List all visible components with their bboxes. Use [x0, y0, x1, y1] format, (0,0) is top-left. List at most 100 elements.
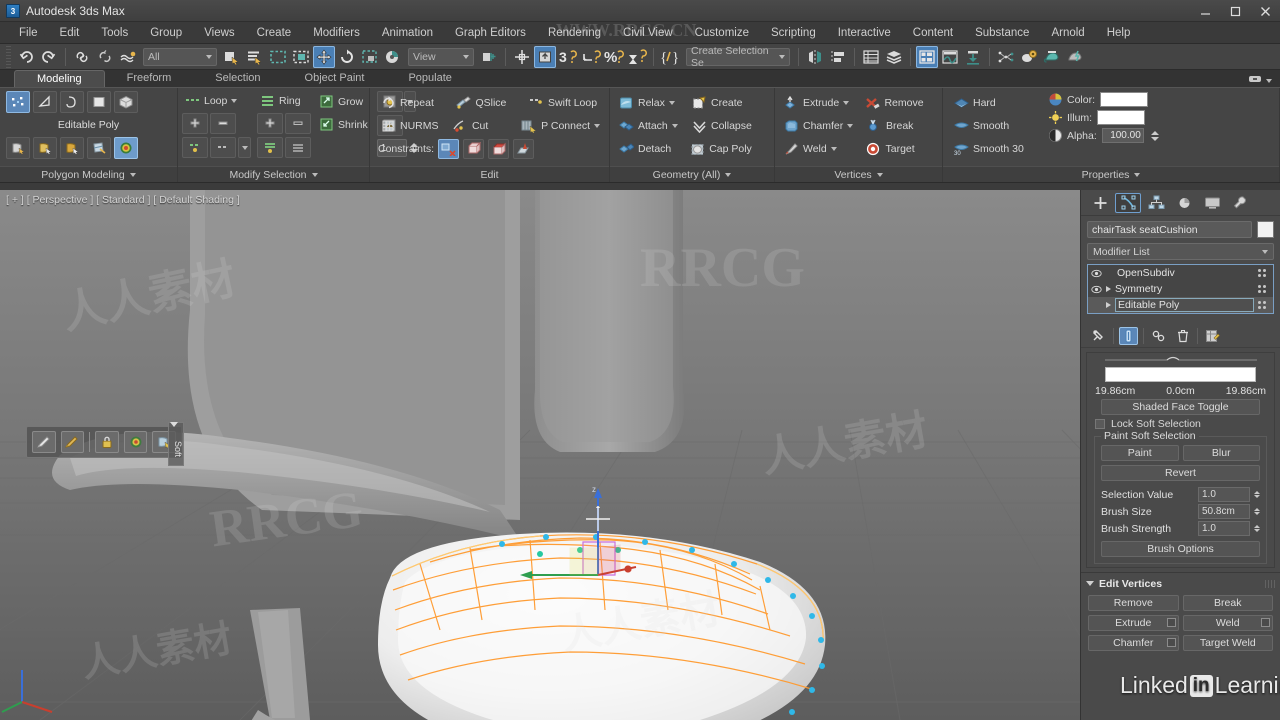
brush-size-spinner[interactable]	[1254, 508, 1260, 515]
color-swatch[interactable]	[1100, 92, 1149, 107]
unlink-selection-icon[interactable]	[94, 46, 116, 68]
motion-tab-icon[interactable]	[1171, 193, 1197, 213]
loop-caret-icon[interactable]	[231, 98, 238, 103]
spinner-snap-toggle-icon[interactable]	[626, 46, 648, 68]
pencil-icon[interactable]	[32, 431, 56, 453]
swift-loop-panel-icon[interactable]	[60, 137, 84, 159]
reference-coordinate-dropdown[interactable]: View	[408, 47, 474, 66]
quick-slice-panel-icon[interactable]	[87, 137, 111, 159]
menu-arnold[interactable]: Arnold	[1040, 22, 1095, 44]
modifier-stack-row-symmetry[interactable]: Symmetry	[1088, 281, 1273, 297]
weld-settings-icon[interactable]	[1261, 618, 1270, 627]
ribbon-tab-freeform[interactable]: Freeform	[105, 70, 194, 87]
remove-modifier-icon[interactable]	[1173, 327, 1192, 345]
chamfer-settings-icon[interactable]	[1166, 638, 1176, 647]
viewport-label[interactable]: [ + ] [ Perspective ] [ Standard ] [ Def…	[6, 194, 240, 206]
ribbon-tab-selection[interactable]: Selection	[193, 70, 282, 87]
generate-topology-icon[interactable]	[6, 137, 30, 159]
eye-icon[interactable]	[1091, 268, 1102, 279]
remove-vertices-button[interactable]: Remove	[1088, 595, 1179, 611]
constraint-none-icon[interactable]	[438, 139, 460, 159]
render-production-icon[interactable]	[1064, 46, 1086, 68]
object-color-swatch[interactable]	[1257, 221, 1274, 238]
create-tab-icon[interactable]	[1087, 193, 1113, 213]
maximize-button[interactable]	[1220, 0, 1250, 22]
close-button[interactable]	[1250, 0, 1280, 22]
select-and-move-icon[interactable]	[313, 45, 335, 68]
loop-shift-icon[interactable]	[182, 137, 208, 158]
brush-strength-field[interactable]: 1.0	[1198, 521, 1250, 536]
ribbon-options-caret-icon[interactable]	[1266, 78, 1272, 83]
layer-explorer-icon[interactable]	[860, 46, 882, 68]
loop-grow-icon[interactable]	[182, 113, 208, 134]
menu-rendering[interactable]: Rendering	[537, 22, 612, 44]
paint-button[interactable]: Paint	[1101, 445, 1179, 461]
menu-modifiers[interactable]: Modifiers	[302, 22, 371, 44]
angle-snap-icon[interactable]	[580, 46, 602, 68]
lock-soft-selection-checkbox[interactable]	[1095, 419, 1105, 429]
panel-title-polygon-modeling[interactable]: Polygon Modeling	[0, 166, 177, 182]
modifier-list-dropdown[interactable]: Modifier List	[1087, 243, 1274, 260]
ring-grow-icon[interactable]	[257, 113, 283, 134]
menu-animation[interactable]: Animation	[371, 22, 444, 44]
element-subobject-icon[interactable]	[114, 91, 138, 113]
use-pivot-point-center-icon[interactable]	[478, 46, 500, 68]
rectangular-selection-region-icon[interactable]	[267, 46, 289, 68]
select-by-name-icon[interactable]	[244, 46, 266, 68]
constraint-normal-icon[interactable]	[513, 139, 535, 159]
align-icon[interactable]	[827, 46, 849, 68]
border-subobject-icon[interactable]	[60, 91, 84, 113]
material-editor-icon[interactable]	[1018, 46, 1040, 68]
extrude-caret-icon[interactable]	[843, 100, 850, 105]
menu-create[interactable]: Create	[246, 22, 303, 44]
constraint-face-icon[interactable]	[488, 139, 510, 159]
radial-icon[interactable]	[123, 431, 148, 453]
weld-vertices-button[interactable]: Weld	[1182, 615, 1273, 631]
ring-shrink-icon[interactable]	[285, 113, 311, 134]
select-and-place-icon[interactable]	[382, 46, 404, 68]
ribbon-tab-populate[interactable]: Populate	[386, 70, 473, 87]
toolbar-grip[interactable]	[6, 45, 11, 68]
eye-icon[interactable]	[1091, 284, 1102, 295]
show-end-result-icon[interactable]	[1119, 326, 1138, 345]
paint-connect-icon[interactable]	[33, 137, 57, 159]
modifier-stack-row-editable-poly[interactable]: Editable Poly	[1088, 297, 1273, 313]
render-setup-icon[interactable]	[1041, 46, 1063, 68]
illum-swatch[interactable]	[1097, 110, 1146, 125]
chamfer-vertices-button[interactable]: Chamfer	[1088, 635, 1179, 651]
menu-tools[interactable]: Tools	[90, 22, 139, 44]
edge-subobject-icon[interactable]	[33, 91, 57, 113]
ribbon-tab-object-paint[interactable]: Object Paint	[283, 70, 387, 87]
revert-button[interactable]: Revert	[1101, 465, 1260, 481]
loop-dot-icon[interactable]	[210, 137, 236, 158]
ribbon-minimize-icon[interactable]	[1248, 74, 1262, 87]
target-weld-button[interactable]: Target Weld	[1182, 635, 1273, 651]
extrude-settings-icon[interactable]	[1166, 618, 1176, 627]
expand-arrow-icon[interactable]	[1106, 302, 1111, 308]
panel-title-edit[interactable]: Edit	[370, 166, 609, 182]
select-object-icon[interactable]	[221, 46, 243, 68]
ribbon-tab-modeling[interactable]: Modeling	[14, 70, 105, 87]
polygon-subobject-icon[interactable]	[87, 91, 111, 113]
chamfer-caret-icon[interactable]	[847, 123, 854, 128]
weld-caret-icon[interactable]	[830, 146, 837, 151]
soft-selection-toggle-icon[interactable]	[114, 137, 138, 159]
percent-snap-3-icon[interactable]: 3	[557, 46, 579, 68]
hierarchy-tab-icon[interactable]	[1143, 193, 1169, 213]
menu-group[interactable]: Group	[139, 22, 193, 44]
relax-caret-icon[interactable]	[668, 100, 675, 105]
menu-interactive[interactable]: Interactive	[827, 22, 902, 44]
soft-selection-falloff-graph[interactable]	[1105, 367, 1256, 382]
panel-title-vertices[interactable]: Vertices	[775, 166, 942, 182]
blur-button[interactable]: Blur	[1182, 445, 1260, 461]
bind-to-space-warp-icon[interactable]	[117, 46, 139, 68]
pin-stack-icon[interactable]	[1089, 327, 1108, 345]
toggle-scene-explorer-icon[interactable]	[916, 45, 938, 68]
menu-edit[interactable]: Edit	[49, 22, 91, 44]
minimize-button[interactable]	[1190, 0, 1220, 22]
scene-explorer-icon[interactable]	[883, 46, 905, 68]
menu-customize[interactable]: Customize	[684, 22, 760, 44]
selection-filter-dropdown[interactable]: All	[143, 47, 217, 66]
attach-caret-icon[interactable]	[671, 123, 678, 128]
menu-civil-view[interactable]: Civil View	[612, 22, 684, 44]
